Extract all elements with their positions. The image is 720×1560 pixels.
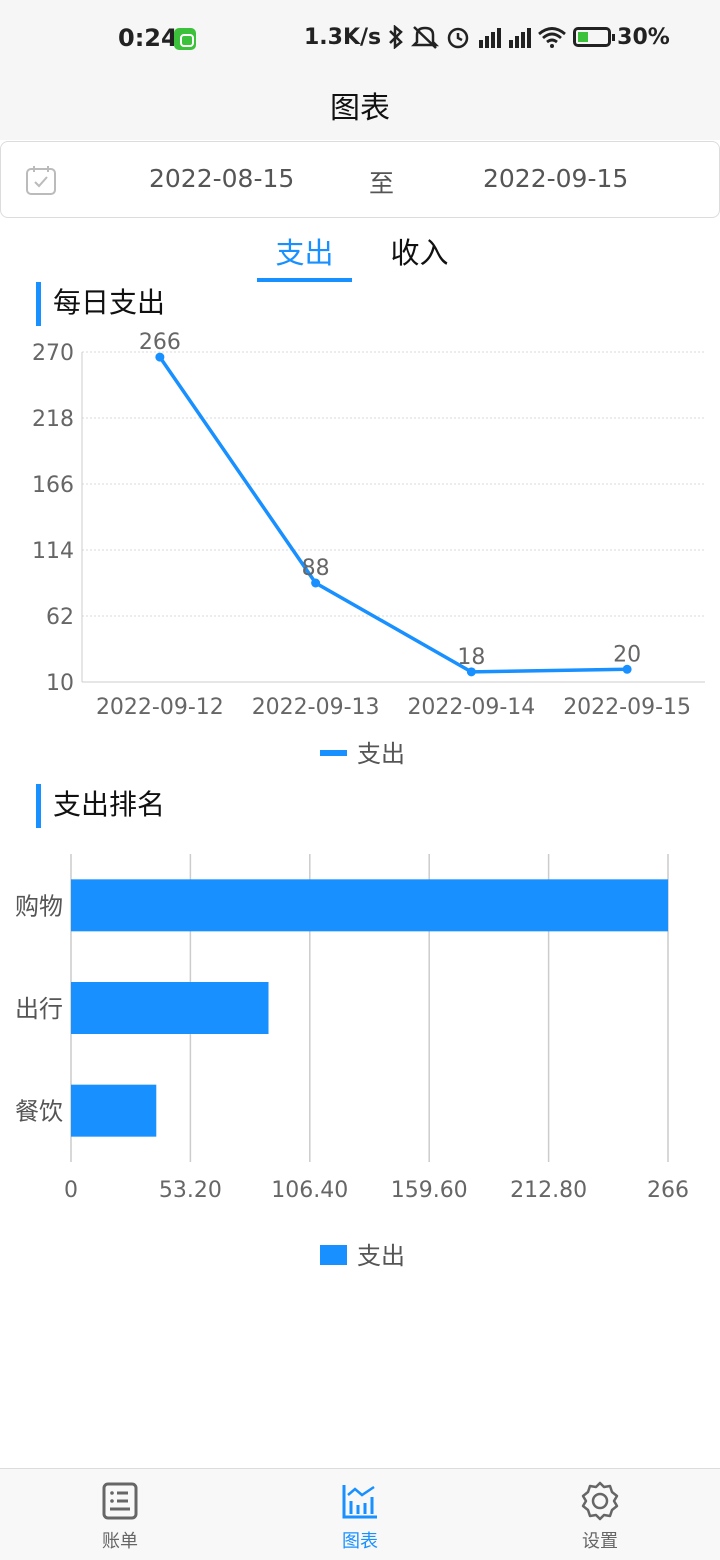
signal-icon bbox=[507, 26, 532, 48]
mute-icon bbox=[411, 26, 440, 49]
data-label: 88 bbox=[302, 556, 330, 581]
legend-label: 支出 bbox=[357, 1242, 405, 1270]
nav-item-charts[interactable]: 图表 bbox=[240, 1469, 480, 1560]
battery-level: 30% bbox=[617, 24, 670, 50]
hd-signal-icon bbox=[477, 26, 502, 48]
bill-icon bbox=[102, 1482, 138, 1520]
start-date[interactable]: 2022-08-15 bbox=[149, 164, 294, 193]
range-separator: 至 bbox=[369, 169, 395, 198]
nav-item-bills[interactable]: 账单 bbox=[0, 1469, 240, 1560]
page-title: 图表 bbox=[330, 91, 390, 126]
legend-label: 支出 bbox=[357, 740, 405, 768]
status-bar: 0:24 1.3K/s 30% bbox=[0, 0, 720, 78]
category-label: 出行 bbox=[15, 995, 63, 1023]
nav-label-settings: 设置 bbox=[582, 1531, 618, 1552]
tab-expense[interactable]: 支出 bbox=[257, 230, 352, 272]
nav-label-bills: 账单 bbox=[102, 1531, 138, 1552]
title-bar: 图表 bbox=[0, 78, 720, 140]
expense-ranking-chart: 0 53.20 106.40 159.60 212.80 266 购物出行餐饮支出 bbox=[15, 854, 689, 1270]
calendar-icon bbox=[26, 166, 56, 195]
legend-bar-icon bbox=[320, 1245, 347, 1265]
bottom-nav: 账单 图表 设置 bbox=[0, 1468, 720, 1560]
data-label: 266 bbox=[139, 330, 181, 355]
y-tick-label: 166 bbox=[32, 473, 74, 498]
y-tick-label: 62 bbox=[46, 605, 74, 630]
y-tick-label: 10 bbox=[46, 671, 74, 696]
category-label: 购物 bbox=[15, 892, 63, 920]
bar bbox=[71, 982, 269, 1034]
daily-expense-chart: 270 218 166 114 62 10 2022-09-12 2022-09-13 2022… bbox=[32, 330, 705, 768]
wifi-icon bbox=[538, 27, 567, 48]
x-tick-label: 2022-09-13 bbox=[252, 695, 380, 720]
bluetooth-icon bbox=[389, 25, 404, 49]
daily-expense-title: 每日支出 bbox=[36, 282, 165, 326]
settings-icon bbox=[581, 1481, 619, 1521]
x-tick-label: 0 bbox=[64, 1178, 78, 1203]
tab-income[interactable]: 收入 bbox=[372, 230, 467, 272]
bar bbox=[71, 1084, 157, 1137]
data-label: 18 bbox=[457, 645, 485, 670]
x-tick-label: 106.40 bbox=[271, 1178, 348, 1203]
bar bbox=[71, 879, 668, 932]
network-speed: 1.3K/s bbox=[304, 24, 382, 50]
y-tick-label: 218 bbox=[32, 407, 74, 432]
tab-indicator bbox=[257, 278, 352, 282]
data-label: 20 bbox=[613, 642, 641, 667]
status-icons: 1.3K/s 30% bbox=[304, 24, 670, 50]
x-tick-label: 2022-09-15 bbox=[563, 695, 691, 720]
x-tick-label: 212.80 bbox=[510, 1178, 587, 1203]
x-tick-label: 159.60 bbox=[391, 1178, 468, 1203]
date-range-picker[interactable]: 2022-08-15 至 2022-09-15 bbox=[0, 141, 720, 218]
nav-label-charts: 图表 bbox=[342, 1531, 378, 1552]
app-notification-icon bbox=[174, 28, 196, 50]
x-tick-label: 2022-09-12 bbox=[96, 695, 224, 720]
x-tick-label: 266 bbox=[647, 1178, 689, 1203]
type-tabs: 支出 收入 bbox=[0, 228, 720, 284]
chart-icon bbox=[342, 1485, 377, 1519]
expense-ranking-title: 支出排名 bbox=[36, 784, 165, 828]
y-tick-label: 114 bbox=[32, 539, 74, 564]
end-date[interactable]: 2022-09-15 bbox=[483, 164, 628, 193]
category-label: 餐饮 bbox=[15, 1098, 63, 1126]
y-tick-label: 270 bbox=[32, 341, 74, 366]
expense-line bbox=[158, 356, 628, 674]
x-tick-label: 53.20 bbox=[159, 1178, 222, 1203]
x-tick-label: 2022-09-14 bbox=[407, 695, 535, 720]
legend-line-icon bbox=[320, 750, 347, 756]
alarm-icon bbox=[447, 27, 469, 49]
nav-item-settings[interactable]: 设置 bbox=[480, 1469, 720, 1560]
battery-charging-icon bbox=[573, 27, 616, 47]
status-time: 0:24 bbox=[118, 24, 178, 52]
